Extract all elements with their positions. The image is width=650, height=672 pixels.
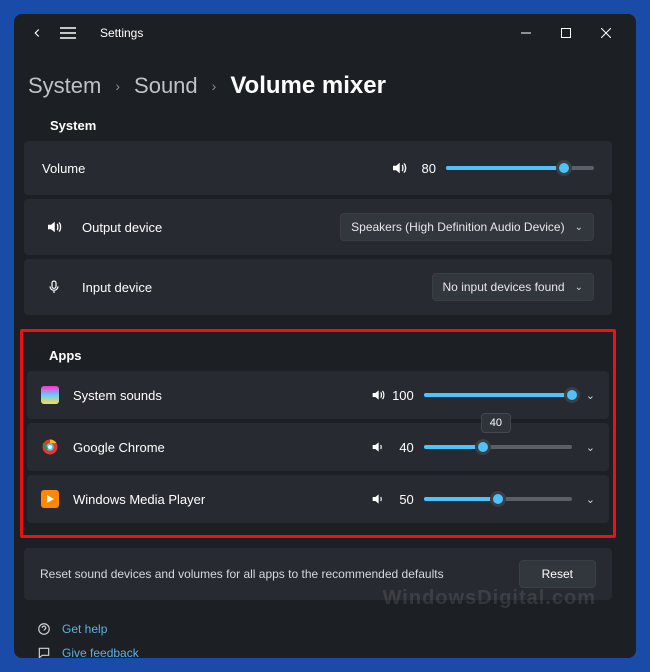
- titlebar: Settings: [14, 14, 636, 52]
- get-help-link[interactable]: Get help: [36, 622, 612, 636]
- app-row-chrome: Google Chrome 40 ⌄: [27, 423, 609, 471]
- speaker-icon[interactable]: [390, 159, 408, 177]
- breadcrumb-system[interactable]: System: [28, 73, 101, 99]
- section-label-apps: Apps: [49, 348, 609, 363]
- expand-button[interactable]: ⌄: [586, 441, 595, 454]
- volume-value: 80: [414, 161, 436, 176]
- give-feedback-label: Give feedback: [62, 646, 139, 658]
- feedback-icon: [36, 646, 52, 658]
- speaker-icon: [42, 218, 66, 236]
- system-sounds-icon: [41, 386, 59, 404]
- input-device-row: Input device No input devices found ⌄: [24, 259, 612, 315]
- reset-button[interactable]: Reset: [519, 560, 596, 588]
- slider-tooltip: 40: [481, 413, 511, 433]
- breadcrumb: System › Sound › Volume mixer: [24, 72, 612, 100]
- help-icon: [36, 622, 52, 636]
- get-help-label: Get help: [62, 622, 107, 636]
- reset-description: Reset sound devices and volumes for all …: [40, 567, 444, 581]
- input-device-label: Input device: [82, 280, 152, 295]
- app-name: Windows Media Player: [73, 492, 205, 507]
- app-volume-value: 100: [392, 388, 414, 403]
- app-name: System sounds: [73, 388, 162, 403]
- output-device-label: Output device: [82, 220, 162, 235]
- expand-button[interactable]: ⌄: [586, 493, 595, 506]
- speaker-icon[interactable]: [370, 439, 386, 455]
- microphone-icon: [42, 279, 66, 295]
- window-title: Settings: [100, 26, 143, 40]
- minimize-button[interactable]: [506, 18, 546, 48]
- chevron-right-icon: ›: [212, 78, 217, 94]
- speaker-icon[interactable]: [370, 387, 386, 403]
- chevron-down-icon: ⌄: [575, 282, 583, 293]
- page-title: Volume mixer: [230, 72, 386, 100]
- close-button[interactable]: [586, 18, 626, 48]
- volume-row: Volume 80: [24, 141, 612, 195]
- chevron-right-icon: ›: [115, 78, 120, 94]
- settings-window: Settings System › Sound › Volume mixer S…: [14, 14, 636, 658]
- app-row-wmp: Windows Media Player 50 ⌄: [27, 475, 609, 523]
- input-device-dropdown[interactable]: No input devices found ⌄: [432, 273, 594, 301]
- output-device-value: Speakers (High Definition Audio Device): [351, 220, 564, 234]
- wmp-icon: [41, 490, 59, 508]
- app-volume-slider[interactable]: [424, 491, 572, 507]
- chevron-down-icon: ⌄: [575, 222, 583, 233]
- app-volume-slider[interactable]: [424, 387, 572, 403]
- output-device-row: Output device Speakers (High Definition …: [24, 199, 612, 255]
- app-row-system-sounds: System sounds 100 ⌄ 40: [27, 371, 609, 419]
- output-device-dropdown[interactable]: Speakers (High Definition Audio Device) …: [340, 213, 594, 241]
- chrome-icon: [41, 438, 59, 456]
- input-device-value: No input devices found: [443, 280, 565, 294]
- give-feedback-link[interactable]: Give feedback: [36, 646, 612, 658]
- volume-slider[interactable]: [446, 160, 594, 176]
- section-label-system: System: [50, 118, 612, 133]
- app-volume-value: 50: [392, 492, 414, 507]
- back-button[interactable]: [30, 26, 52, 40]
- app-volume-value: 40: [392, 440, 414, 455]
- volume-label: Volume: [42, 161, 85, 176]
- speaker-icon[interactable]: [370, 491, 386, 507]
- breadcrumb-sound[interactable]: Sound: [134, 73, 198, 99]
- maximize-button[interactable]: [546, 18, 586, 48]
- expand-button[interactable]: ⌄: [586, 389, 595, 402]
- apps-section-highlight: Apps System sounds 100 ⌄ 40 Google Chrom…: [20, 329, 616, 538]
- reset-row: Reset sound devices and volumes for all …: [24, 548, 612, 600]
- menu-button[interactable]: [60, 27, 88, 39]
- app-name: Google Chrome: [73, 440, 165, 455]
- app-volume-slider[interactable]: [424, 439, 572, 455]
